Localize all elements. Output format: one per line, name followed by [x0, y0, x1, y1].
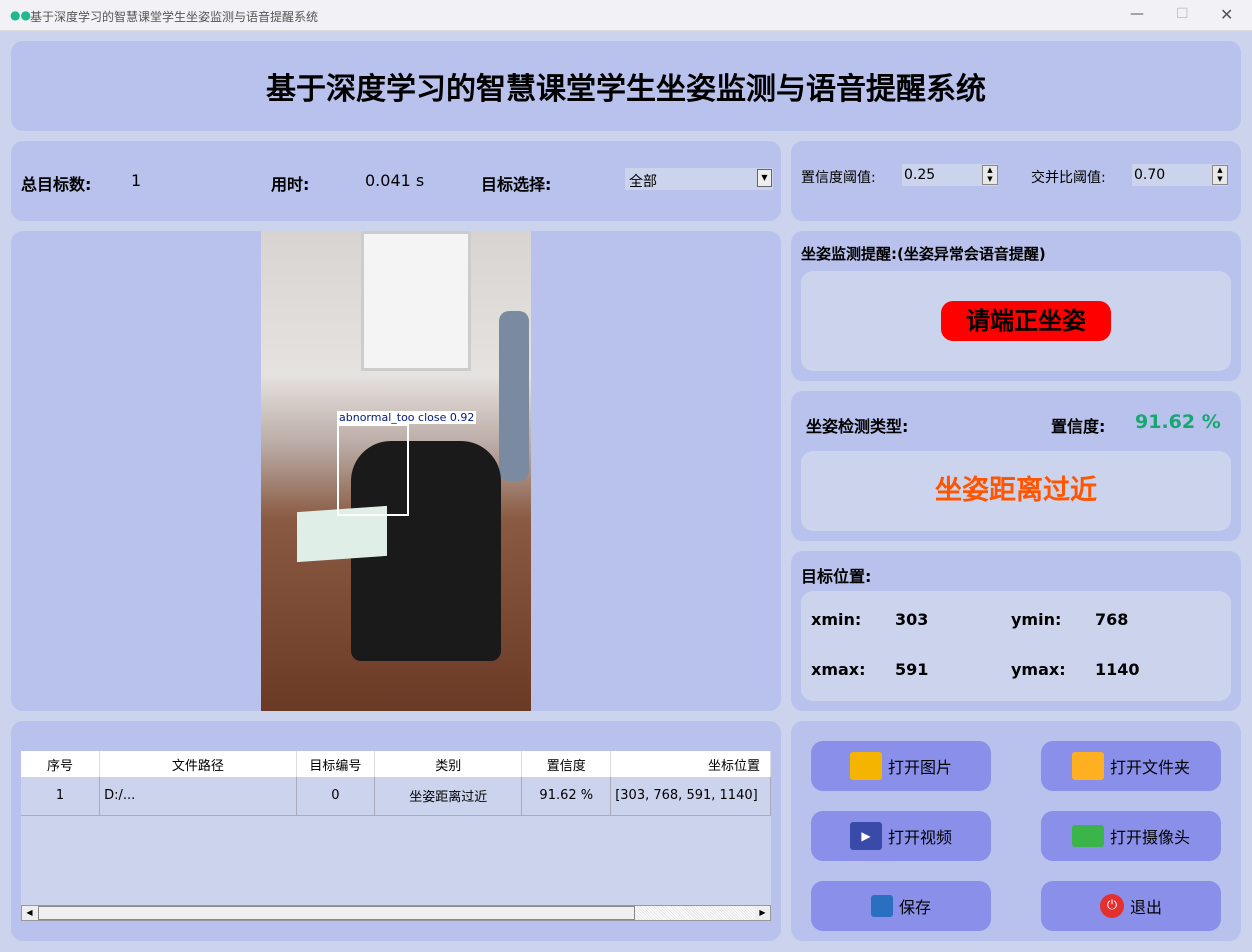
open-image-label: 打开图片 [887, 758, 952, 777]
window-frame [361, 231, 471, 371]
detection-type-panel: 坐姿检测类型: 置信度: 91.62 % 坐姿距离过近 [791, 391, 1241, 541]
cell-index: 1 [21, 777, 101, 816]
position-box: xmin: 303 ymin: 768 xmax: 591 ymax: 1140 [801, 591, 1231, 701]
detection-label: abnormal_too close 0.92 [337, 411, 477, 424]
conf-threshold-value: 0.25 [904, 167, 936, 183]
position-title: 目标位置: [801, 567, 872, 586]
table-row[interactable]: 1 D:/... 0 坐姿距离过近 91.62 % [303, 768, 591… [21, 777, 771, 816]
ymin-label: ymin: [1011, 610, 1062, 629]
title-bar: ●● 基于深度学习的智慧课堂学生坐姿监测与语音提醒系统 — ☐ ✕ [0, 0, 1252, 31]
scroll-left-button[interactable]: ◀ [22, 906, 37, 920]
position-panel: 目标位置: xmin: 303 ymin: 768 xmax: 591 ymax… [791, 551, 1241, 711]
save-icon [870, 895, 893, 917]
header-confidence[interactable]: 置信度 [521, 751, 612, 777]
video-icon: ▶ [849, 822, 882, 850]
time-label: 用时: [271, 175, 310, 194]
alert-box: 请端正坐姿 [801, 271, 1231, 371]
alert-title: 坐姿监测提醒:(坐姿异常会语音提醒) [801, 245, 1046, 263]
close-button[interactable]: ✕ [1220, 5, 1233, 24]
header-panel: 基于深度学习的智慧课堂学生坐姿监测与语音提醒系统 [11, 41, 1241, 131]
camera-icon [1071, 825, 1104, 847]
image-icon [849, 752, 882, 780]
ymax-label: ymax: [1011, 660, 1066, 679]
page-title: 基于深度学习的智慧课堂学生坐姿监测与语音提醒系统 [266, 72, 986, 107]
save-button[interactable]: 保存 [811, 881, 991, 931]
header-target-id[interactable]: 目标编号 [296, 751, 376, 777]
results-panel: 序号 文件路径 目标编号 类别 置信度 坐标位置 1 D:/... 0 坐姿距离… [11, 721, 781, 941]
spin-arrows-icon[interactable]: ▲ ▼ [1212, 165, 1228, 185]
xmin-label: xmin: [811, 610, 862, 629]
open-image-button[interactable]: 打开图片 [811, 741, 991, 791]
maximize-button[interactable]: ☐ [1176, 6, 1189, 22]
spin-arrows-icon[interactable]: ▲ ▼ [982, 165, 998, 185]
actions-panel: 打开图片 打开文件夹 ▶ 打开视频 打开摄像头 保存 ⏻ 退出 [791, 721, 1241, 941]
confidence-label: 置信度: [1051, 417, 1106, 436]
cell-confidence: 91.62 % [521, 777, 612, 816]
type-label: 坐姿检测类型: [806, 417, 909, 436]
ymax-value: 1140 [1095, 660, 1140, 679]
open-video-label: 打开视频 [887, 828, 952, 847]
table-header-row: 序号 文件路径 目标编号 类别 置信度 坐标位置 [21, 751, 771, 777]
iou-threshold-input[interactable]: 0.70 ▲ ▼ [1132, 164, 1228, 186]
target-select-label: 目标选择: [481, 175, 552, 194]
detection-box [337, 424, 409, 516]
cell-target-id: 0 [296, 777, 376, 816]
ymin-value: 768 [1095, 610, 1129, 629]
header-index[interactable]: 序号 [21, 751, 101, 777]
open-camera-label: 打开摄像头 [1109, 828, 1190, 847]
xmax-value: 591 [895, 660, 929, 679]
alert-panel: 坐姿监测提醒:(坐姿异常会语音提醒) 请端正坐姿 [791, 231, 1241, 381]
total-value: 1 [131, 171, 142, 190]
image-panel: abnormal_too close 0.92 [11, 231, 781, 711]
iou-threshold-label: 交并比阈值: [1031, 170, 1106, 186]
xmin-value: 303 [895, 610, 929, 629]
confidence-value: 91.62 % [1135, 411, 1221, 433]
iou-threshold-value: 0.70 [1134, 167, 1166, 183]
detection-image: abnormal_too close 0.92 [261, 231, 531, 711]
open-video-button[interactable]: ▶ 打开视频 [811, 811, 991, 861]
chevron-down-icon[interactable]: ▼ [757, 169, 772, 187]
open-folder-label: 打开文件夹 [1109, 758, 1190, 777]
person-background [499, 311, 529, 481]
header-file-path[interactable]: 文件路径 [99, 751, 297, 777]
power-icon: ⏻ [1099, 894, 1124, 918]
results-table: 序号 文件路径 目标编号 类别 置信度 坐标位置 1 D:/... 0 坐姿距离… [21, 751, 771, 816]
xmax-label: xmax: [811, 660, 866, 679]
target-select[interactable]: 全部 ▼ [625, 168, 773, 190]
type-value: 坐姿距离过近 [935, 475, 1097, 506]
exit-button[interactable]: ⏻ 退出 [1041, 881, 1221, 931]
target-select-value: 全部 [629, 174, 657, 190]
conf-threshold-input[interactable]: 0.25 ▲ ▼ [902, 164, 998, 186]
save-label: 保存 [898, 898, 931, 917]
window-title: 基于深度学习的智慧课堂学生坐姿监测与语音提醒系统 [30, 10, 319, 24]
alert-message: 请端正坐姿 [941, 301, 1111, 341]
cell-class: 坐姿距离过近 [374, 777, 523, 816]
folder-icon [1071, 752, 1104, 780]
total-label: 总目标数: [21, 175, 92, 194]
header-coordinates[interactable]: 坐标位置 [610, 751, 771, 777]
scroll-right-button[interactable]: ▶ [755, 906, 770, 920]
threshold-panel: 置信度阈值: 0.25 ▲ ▼ 交并比阈值: 0.70 ▲ ▼ [791, 141, 1241, 221]
horizontal-scrollbar[interactable]: ◀ ▶ [21, 905, 771, 921]
exit-label: 退出 [1129, 898, 1162, 917]
cell-file-path: D:/... [99, 777, 297, 816]
conf-threshold-label: 置信度阈值: [801, 170, 876, 186]
time-value: 0.041 s [365, 171, 425, 190]
header-class[interactable]: 类别 [374, 751, 523, 777]
open-folder-button[interactable]: 打开文件夹 [1041, 741, 1221, 791]
type-box: 坐姿距离过近 [801, 451, 1231, 531]
results-table-container[interactable]: 序号 文件路径 目标编号 类别 置信度 坐标位置 1 D:/... 0 坐姿距离… [21, 751, 771, 921]
app-icon: ●● [10, 8, 31, 22]
cell-coordinates: [303, 768, 591, 1140] [610, 777, 771, 816]
minimize-button[interactable]: — [1130, 6, 1144, 22]
open-camera-button[interactable]: 打开摄像头 [1041, 811, 1221, 861]
scrollbar-thumb[interactable] [38, 906, 635, 920]
stats-panel: 总目标数: 1 用时: 0.041 s 目标选择: 全部 ▼ [11, 141, 781, 221]
